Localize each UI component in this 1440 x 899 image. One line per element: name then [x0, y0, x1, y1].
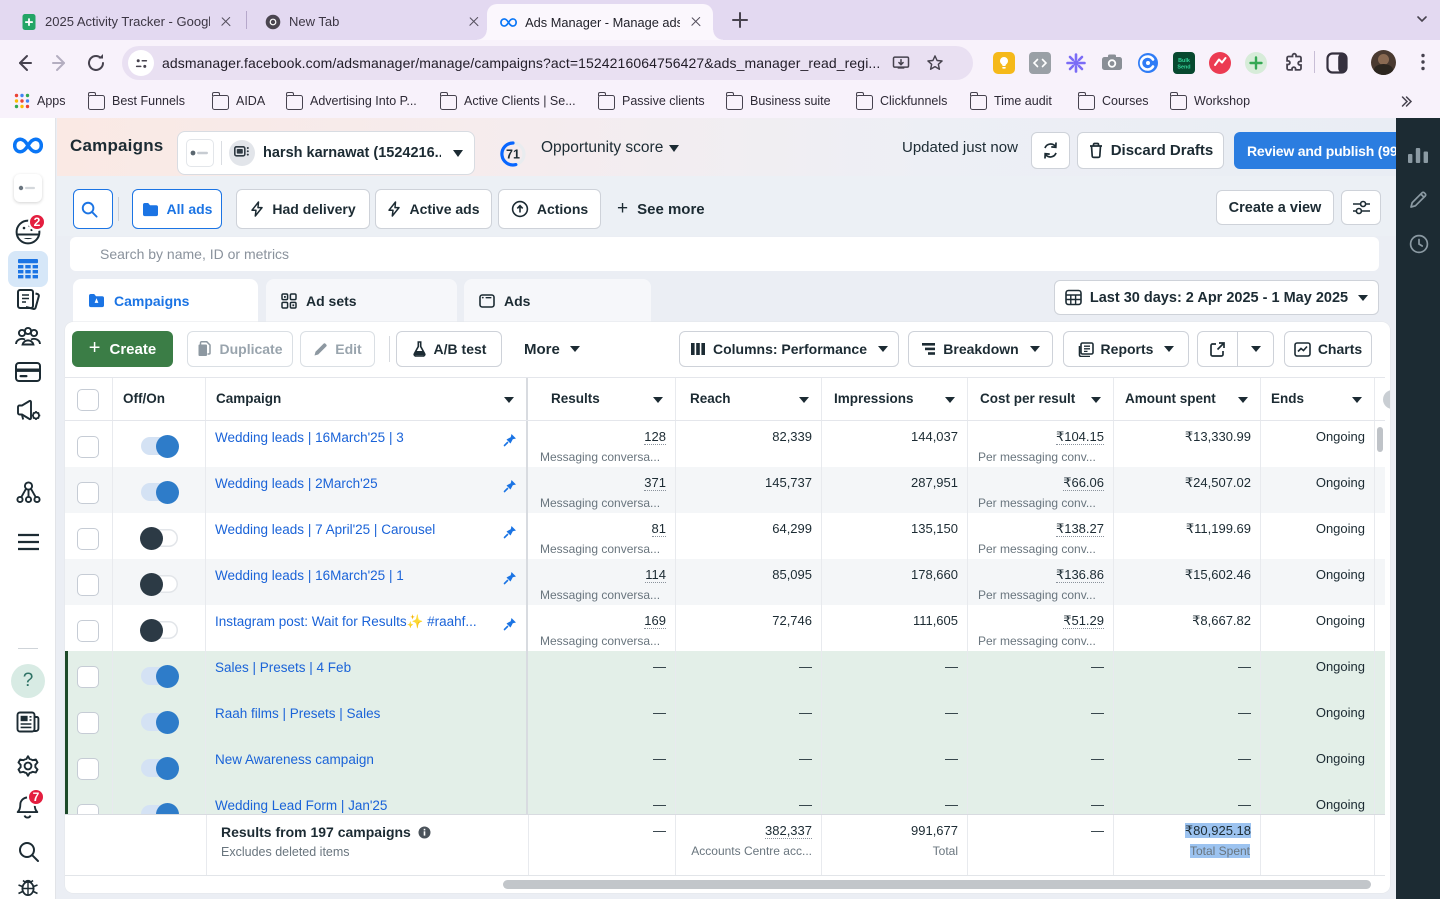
svg-text:Bulk: Bulk	[1178, 58, 1190, 64]
svg-text:Send: Send	[1177, 65, 1190, 71]
svg-text:71: 71	[506, 148, 520, 162]
